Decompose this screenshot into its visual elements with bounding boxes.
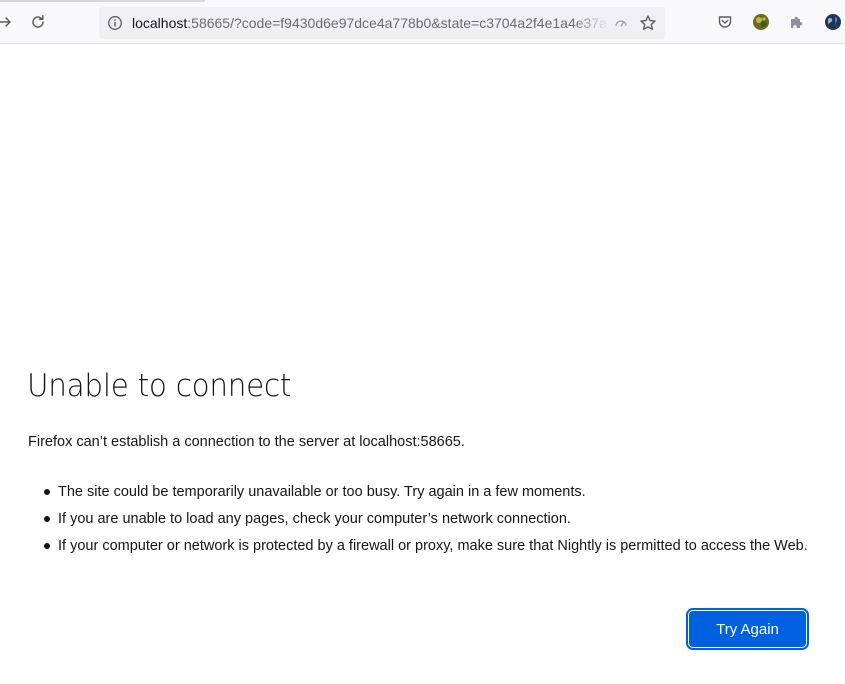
list-item: The site could be temporarily unavailabl… — [44, 482, 808, 502]
profile-avatar-icon[interactable] — [750, 11, 772, 33]
list-item: If your computer or network is protected… — [44, 538, 808, 554]
error-title: Unable to connect — [27, 368, 292, 404]
site-info-icon[interactable] — [107, 15, 123, 31]
url-host: localhost — [132, 15, 188, 31]
url-path: :58665/?code=f9430d6e97dce4a778b0&state=… — [187, 15, 607, 31]
list-item: If you are unable to load any pages, che… — [44, 509, 808, 529]
url-bar[interactable]: localhost:58665/?code=f9430d6e97dce4a778… — [99, 7, 665, 39]
error-reasons-list: The site could be temporarily unavailabl… — [28, 482, 808, 563]
error-description: Firefox can’t establish a connection to … — [28, 434, 465, 450]
account-globe-icon[interactable] — [822, 11, 844, 33]
browser-toolbar: localhost:58665/?code=f9430d6e97dce4a778… — [0, 0, 845, 44]
tab-strip-edge — [0, 0, 205, 2]
pocket-icon[interactable] — [714, 11, 736, 33]
url-text[interactable]: localhost:58665/?code=f9430d6e97dce4a778… — [132, 14, 610, 32]
bookmark-star-icon[interactable] — [639, 14, 657, 32]
permissions-icon[interactable] — [613, 15, 629, 31]
try-again-button[interactable]: Try Again — [686, 608, 809, 650]
forward-arrow-icon[interactable] — [0, 11, 16, 33]
reload-icon[interactable] — [27, 11, 49, 33]
extensions-puzzle-icon[interactable] — [786, 11, 808, 33]
